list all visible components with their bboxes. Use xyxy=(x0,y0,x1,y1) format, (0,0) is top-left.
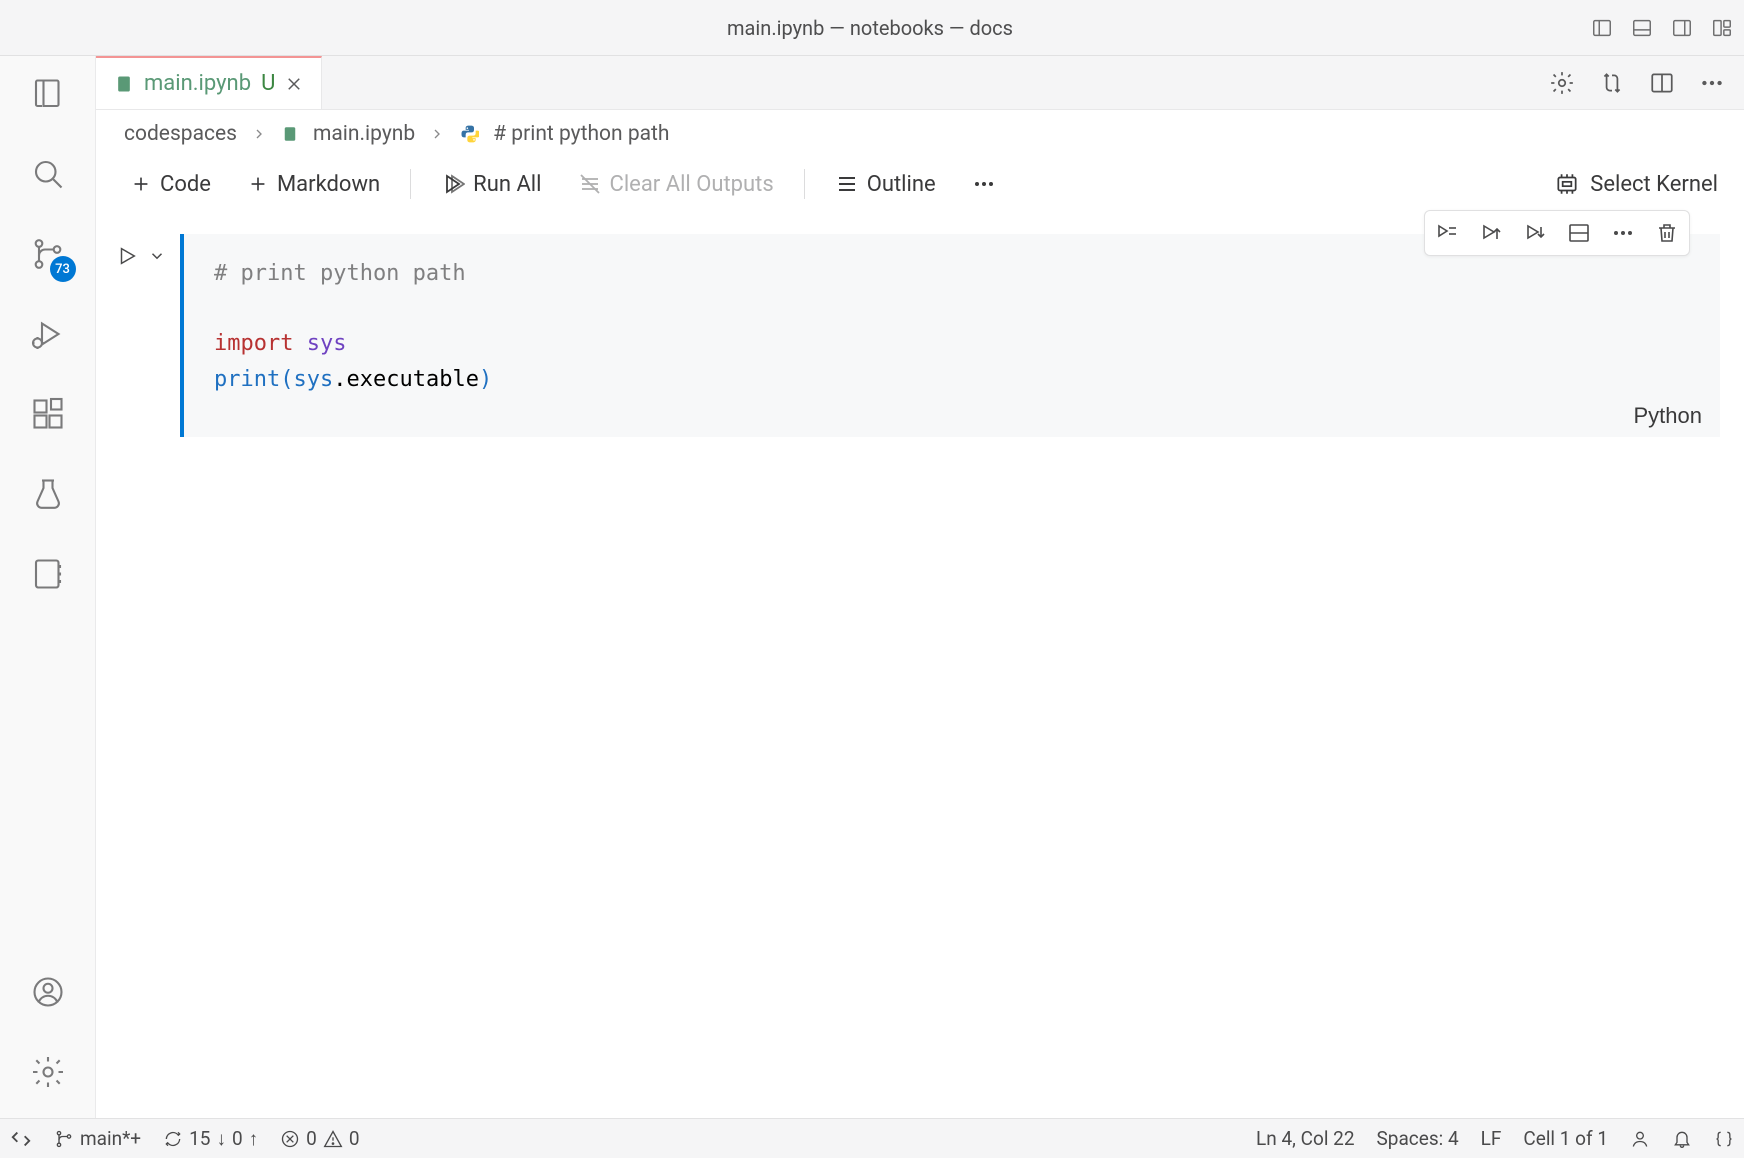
run-by-line-icon[interactable] xyxy=(1431,217,1463,249)
testing-icon[interactable] xyxy=(26,472,70,516)
tab-status: U xyxy=(261,71,275,96)
status-spaces[interactable]: Spaces: 4 xyxy=(1377,1127,1459,1150)
title-bar-title: main.ipynb — notebooks — docs xyxy=(150,16,1590,40)
title-bar: main.ipynb — notebooks — docs xyxy=(0,0,1744,56)
chevron-down-icon[interactable] xyxy=(144,242,170,270)
breadcrumb-file[interactable]: main.ipynb xyxy=(313,122,415,146)
notebook-toolbar: Code Markdown Run All Clear All Outputs … xyxy=(96,158,1744,210)
editor-group: main.ipynb U xyxy=(96,56,1744,1118)
python-icon xyxy=(459,124,479,144)
status-braces-icon[interactable] xyxy=(1714,1129,1734,1149)
status-bell-icon[interactable] xyxy=(1672,1129,1692,1149)
diff-icon[interactable] xyxy=(1596,67,1628,99)
code-line-4: print(sys.executable) xyxy=(214,362,1690,397)
status-bar: main*+ 15↓ 0↑ 0 0 Ln 4, Col 22 Spaces: 4… xyxy=(0,1118,1744,1158)
settings-gear-icon[interactable] xyxy=(26,1050,70,1094)
notebook-file-icon xyxy=(281,125,299,143)
split-editor-icon[interactable] xyxy=(1646,67,1678,99)
status-branch[interactable]: main*+ xyxy=(54,1127,141,1150)
explorer-icon[interactable] xyxy=(26,72,70,116)
breadcrumb[interactable]: codespaces main.ipynb # print python pat… xyxy=(96,110,1744,158)
source-control-icon[interactable]: 73 xyxy=(26,232,70,276)
execute-above-icon[interactable] xyxy=(1475,217,1507,249)
code-line-3: import sys xyxy=(214,326,1690,361)
layout-customize-icon[interactable] xyxy=(1710,16,1734,40)
toolbar-more-icon[interactable] xyxy=(958,166,1010,202)
activity-bar: 73 xyxy=(0,56,96,1118)
tab-row: main.ipynb U xyxy=(96,56,1744,110)
toolbar-separator xyxy=(410,169,411,199)
add-markdown-label: Markdown xyxy=(277,172,380,197)
cell-toolbar xyxy=(1424,210,1690,256)
clear-outputs-button[interactable]: Clear All Outputs xyxy=(564,166,788,203)
toolbar-separator xyxy=(804,169,805,199)
more-actions-icon[interactable] xyxy=(1696,67,1728,99)
cell-wrap: # print python path import sys print(sys… xyxy=(114,234,1720,437)
split-cell-icon[interactable] xyxy=(1563,217,1595,249)
breadcrumb-folder[interactable]: codespaces xyxy=(124,122,237,146)
status-position[interactable]: Ln 4, Col 22 xyxy=(1256,1127,1354,1150)
close-icon[interactable] xyxy=(285,75,303,93)
outline-label: Outline xyxy=(867,172,936,197)
delete-cell-icon[interactable] xyxy=(1651,217,1683,249)
search-icon[interactable] xyxy=(26,152,70,196)
notebook-file-icon xyxy=(114,74,134,94)
add-markdown-button[interactable]: Markdown xyxy=(233,166,394,203)
cell-run-icon[interactable] xyxy=(114,242,140,270)
scm-badge: 73 xyxy=(50,256,76,282)
status-feedback-icon[interactable] xyxy=(1630,1129,1650,1149)
account-icon[interactable] xyxy=(26,970,70,1014)
status-sync[interactable]: 15↓ 0↑ xyxy=(163,1127,258,1151)
select-kernel-label: Select Kernel xyxy=(1590,172,1718,197)
run-all-label: Run All xyxy=(473,172,541,197)
add-code-button[interactable]: Code xyxy=(116,166,225,203)
clear-outputs-label: Clear All Outputs xyxy=(610,172,774,197)
status-problems[interactable]: 0 0 xyxy=(280,1127,359,1150)
remote-indicator-icon[interactable] xyxy=(10,1128,32,1150)
execute-below-icon[interactable] xyxy=(1519,217,1551,249)
panel-bottom-icon[interactable] xyxy=(1630,16,1654,40)
notebook-panel-icon[interactable] xyxy=(26,552,70,596)
cell-language[interactable]: Python xyxy=(1634,398,1703,433)
panel-left-icon[interactable] xyxy=(1590,16,1614,40)
run-debug-icon[interactable] xyxy=(26,312,70,356)
extensions-icon[interactable] xyxy=(26,392,70,436)
notebook-body: # print python path import sys print(sys… xyxy=(96,210,1744,1118)
chevron-right-icon xyxy=(251,126,267,142)
breadcrumb-symbol[interactable]: # print python path xyxy=(493,122,669,146)
panel-right-icon[interactable] xyxy=(1670,16,1694,40)
cell-more-icon[interactable] xyxy=(1607,217,1639,249)
outline-button[interactable]: Outline xyxy=(821,166,950,203)
select-kernel-button[interactable]: Select Kernel xyxy=(1554,171,1724,197)
code-cell[interactable]: # print python path import sys print(sys… xyxy=(180,234,1720,437)
tab-name: main.ipynb xyxy=(144,71,251,96)
chevron-right-icon xyxy=(429,126,445,142)
tab-main-ipynb[interactable]: main.ipynb U xyxy=(96,56,322,109)
status-cell[interactable]: Cell 1 of 1 xyxy=(1523,1127,1608,1150)
add-code-label: Code xyxy=(160,172,211,197)
notebook-settings-icon[interactable] xyxy=(1546,67,1578,99)
run-all-button[interactable]: Run All xyxy=(427,166,555,203)
branch-name: main*+ xyxy=(80,1127,141,1150)
status-eol[interactable]: LF xyxy=(1481,1127,1502,1150)
code-line-1: # print python path xyxy=(214,256,1690,291)
